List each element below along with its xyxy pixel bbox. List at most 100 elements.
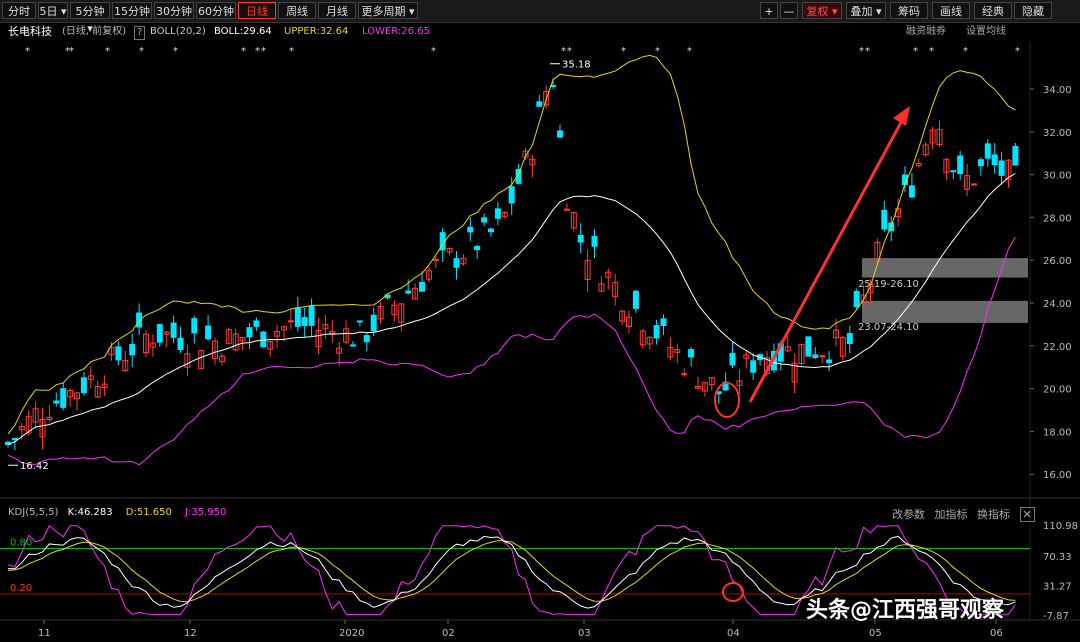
- candle-body: [60, 388, 67, 408]
- kdj-level-high-label: 0.80: [10, 537, 32, 548]
- event-marker: *: [655, 46, 660, 57]
- candle-body: [419, 281, 425, 292]
- candle-body: [494, 208, 501, 219]
- kdj-axis-label: 70.33: [1043, 552, 1072, 563]
- event-marker: *: [255, 46, 260, 57]
- watermark: 头条@江西强哥观察: [806, 598, 1005, 623]
- candle-body: [881, 209, 888, 230]
- event-marker: *: [929, 46, 934, 57]
- candle-body: [481, 217, 488, 223]
- candle-body: [557, 130, 563, 138]
- price-axis-label: 34.00: [1043, 85, 1072, 96]
- date-label: 12: [184, 628, 197, 639]
- event-marker: *: [241, 46, 246, 57]
- candle-body: [536, 101, 543, 107]
- candle-body: [805, 336, 812, 357]
- event-marker: *: [561, 46, 566, 57]
- candle-body: [812, 354, 819, 358]
- kdj-axis-label: -7.87: [1043, 611, 1069, 622]
- candle-body: [819, 355, 826, 358]
- event-marker: *: [913, 46, 918, 57]
- event-marker: *: [139, 46, 144, 57]
- event-marker: *: [687, 46, 692, 57]
- candle-body: [350, 344, 356, 347]
- candle-body: [11, 438, 18, 441]
- price-axis-label: 30.00: [1043, 171, 1072, 182]
- candle-body: [853, 290, 860, 308]
- date-label: 03: [578, 628, 591, 639]
- candle-body: [356, 320, 363, 323]
- candle-body: [688, 349, 695, 358]
- candle-body: [191, 318, 198, 334]
- candle-body: [632, 290, 639, 309]
- kdj-buttons: 改参数 加指标 换指标 ✕: [892, 506, 1035, 522]
- event-marker: *: [105, 46, 110, 57]
- candle-body: [115, 346, 122, 361]
- trend-arrow-head: [893, 106, 910, 126]
- candle-body: [1012, 145, 1019, 166]
- event-marker: *: [289, 46, 294, 57]
- candle-body: [563, 208, 570, 211]
- price-axis-label: 16.00: [1043, 470, 1072, 481]
- price-axis-label: 32.00: [1043, 128, 1072, 139]
- kdj-axis-label: 110.98: [1043, 521, 1078, 532]
- event-marker: *: [1015, 46, 1020, 57]
- low-price-label: 16.42: [20, 461, 49, 472]
- add-indicator-button[interactable]: 加指标: [935, 508, 968, 521]
- candle-body: [660, 318, 667, 326]
- candle-body: [681, 373, 688, 376]
- candle-body: [977, 159, 984, 167]
- candle-body: [370, 314, 377, 332]
- price-axis-label: 28.00: [1043, 213, 1072, 224]
- event-marker: *: [963, 46, 968, 57]
- candle-body: [488, 228, 494, 233]
- price-chart[interactable]: 34.00 32.00 30.00 28.00 26.00 24.00 22.00 20.00…: [0, 0, 1080, 642]
- event-marker: *: [261, 46, 266, 57]
- kdj-d: D:51.650: [125, 507, 172, 518]
- event-marker: *: [621, 46, 626, 57]
- candle-body: [846, 333, 853, 345]
- kdj-label: KDJ(5,5,5): [8, 507, 59, 518]
- candle-body: [453, 258, 460, 268]
- high-price-label: 35.18: [562, 60, 591, 71]
- event-marker: *: [431, 46, 436, 57]
- zone-label: 25.19-26.10: [858, 279, 919, 290]
- date-label: 05: [869, 628, 882, 639]
- candle-body: [170, 322, 177, 338]
- candle-body: [750, 360, 757, 373]
- date-label: 11: [38, 628, 51, 639]
- change-indicator-button[interactable]: 换指标: [977, 508, 1010, 521]
- price-zone: [862, 300, 1028, 323]
- candle-body: [653, 325, 660, 339]
- candle-body: [205, 325, 212, 340]
- kdj-highlight-circle: [722, 582, 744, 602]
- candle-body: [998, 160, 1005, 176]
- candle-body: [474, 245, 481, 251]
- candle-body: [957, 155, 964, 175]
- candle-body: [53, 400, 60, 404]
- kdj-level-low-label: 0.20: [10, 583, 32, 594]
- candle-body: [253, 320, 260, 327]
- event-marker: *: [69, 46, 74, 57]
- edit-params-button[interactable]: 改参数: [892, 508, 925, 521]
- candle-body: [260, 331, 267, 348]
- price-axis-label: 18.00: [1043, 427, 1072, 438]
- candle-body: [984, 143, 991, 159]
- candle-body: [826, 359, 833, 363]
- candle-body: [308, 305, 315, 326]
- candle-body: [971, 183, 977, 186]
- zone-label: 23.07-24.10: [858, 322, 919, 333]
- event-marker: *: [567, 46, 572, 57]
- boll-upper-line: [7, 54, 1016, 435]
- event-marker: *: [25, 46, 30, 57]
- candle-body: [294, 307, 301, 327]
- candle-body: [577, 234, 584, 243]
- date-label: 04: [727, 628, 740, 639]
- close-icon[interactable]: ✕: [1019, 507, 1035, 522]
- price-zone: [862, 258, 1028, 278]
- candle-body: [908, 185, 915, 198]
- date-label: 2020: [339, 628, 364, 639]
- event-marker: *: [865, 46, 870, 57]
- candle-body: [508, 186, 515, 204]
- kdj-k: K:46.283: [67, 507, 113, 518]
